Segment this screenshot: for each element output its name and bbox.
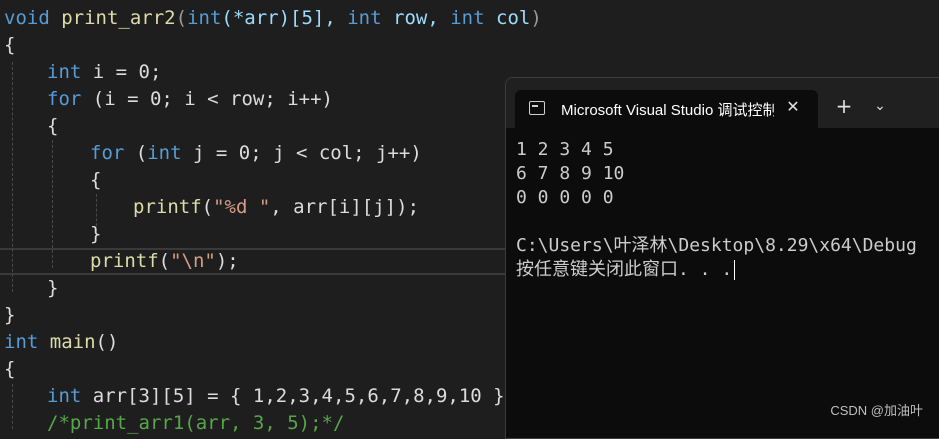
statement: , arr[i][j]); (270, 196, 420, 218)
tab-title: Microsoft Visual Studio 调试控制台 (561, 102, 774, 119)
code-line: printf("\n"); (90, 248, 239, 275)
output-line: 6 7 8 9 10 (516, 163, 625, 184)
string-literal: "%d " (213, 196, 271, 218)
code-line: for (int j = 0; j < col; j++) (90, 140, 422, 167)
paren: ( (135, 142, 148, 164)
paren: () (95, 331, 119, 353)
code-line: { (47, 113, 58, 140)
code-line: for (i = 0; i < row; i++) (47, 86, 333, 113)
code-line: } (47, 275, 58, 302)
text-cursor (734, 260, 736, 280)
comment: /*print_arr1(arr, 3, 5);*/ (47, 412, 345, 434)
brace: { (4, 34, 16, 56)
watermark: CSDN @加油叶 (830, 403, 923, 418)
output-line: 0 0 0 0 0 (516, 187, 614, 208)
code-line: { (90, 167, 101, 194)
brace: { (4, 358, 16, 380)
brace: } (4, 304, 16, 326)
indent-guide (52, 140, 53, 268)
function-name: print_arr2 (61, 7, 176, 29)
output-line: C:\Users\叶泽林\Desktop\8.29\x64\Debug (516, 235, 917, 256)
brace: { (90, 169, 102, 191)
keyword: int (450, 7, 485, 29)
statement: (i = 0; i < row; i++) (92, 88, 333, 110)
brace: { (47, 115, 59, 137)
code-line: int i = 0; (47, 59, 161, 86)
keyword: int (47, 385, 82, 407)
code-line: int arr[3][5] = { 1,2,3,4,5,6,7,8,9,10 }… (47, 383, 516, 410)
statement: ); (215, 250, 239, 272)
code-line: { (4, 356, 15, 383)
debug-console-window[interactable]: Microsoft Visual Studio 调试控制台 ✕ + ⌄ 1 2 … (505, 77, 939, 439)
function-name: printf (133, 196, 202, 218)
keyword: int (47, 61, 82, 83)
statement: arr[3][5] = { 1,2,3,4,5,6,7,8,9,10 }; (92, 385, 517, 407)
keyword: for (47, 88, 82, 110)
statement: i = 0; (92, 61, 162, 83)
param: (*arr)[5], (221, 7, 336, 29)
function-name: printf (90, 250, 159, 272)
statement: j = 0; j < col; j++) (193, 142, 422, 164)
indent-guide (12, 384, 13, 429)
param: row, (393, 7, 439, 29)
brace: } (90, 223, 102, 245)
keyword: int (347, 7, 382, 29)
output-line: 1 2 3 4 5 (516, 139, 614, 160)
new-tab-button[interactable]: + (831, 94, 857, 118)
paren: ( (158, 250, 171, 272)
console-output[interactable]: 1 2 3 4 5 6 7 8 9 10 0 0 0 0 0 C:\Users\… (506, 138, 939, 438)
brace: } (47, 277, 59, 299)
chevron-down-icon[interactable]: ⌄ (868, 94, 892, 118)
string-literal: "\n" (170, 250, 216, 272)
function-name: main (49, 331, 96, 353)
output-line: 按任意键关闭此窗口. . . (516, 258, 736, 282)
keyword: for (90, 142, 125, 164)
code-line: void print_arr2(int(*arr)[5], int row, i… (4, 5, 542, 32)
param: col (496, 7, 531, 29)
output-text: 按任意键关闭此窗口. . . (516, 259, 733, 280)
keyword: int (187, 7, 222, 29)
keyword: void (4, 7, 50, 29)
code-line: { (4, 32, 15, 59)
code-line: int main() (4, 329, 118, 356)
keyword: int (4, 331, 39, 353)
code-line: printf("%d ", arr[i][j]); (133, 194, 419, 221)
code-line: /*print_arr1(arr, 3, 5);*/ (47, 410, 344, 437)
paren: ) (530, 7, 542, 29)
paren: ( (175, 7, 188, 29)
keyword: int (147, 142, 182, 164)
console-tab-bar: Microsoft Visual Studio 调试控制台 ✕ + ⌄ (506, 78, 939, 128)
console-tab[interactable]: Microsoft Visual Studio 调试控制台 ✕ (515, 90, 818, 128)
code-line: } (4, 302, 15, 329)
code-line: } (90, 221, 101, 248)
close-icon[interactable]: ✕ (781, 95, 805, 119)
terminal-icon (529, 101, 545, 115)
paren: ( (201, 196, 214, 218)
indent-guide (12, 62, 13, 292)
